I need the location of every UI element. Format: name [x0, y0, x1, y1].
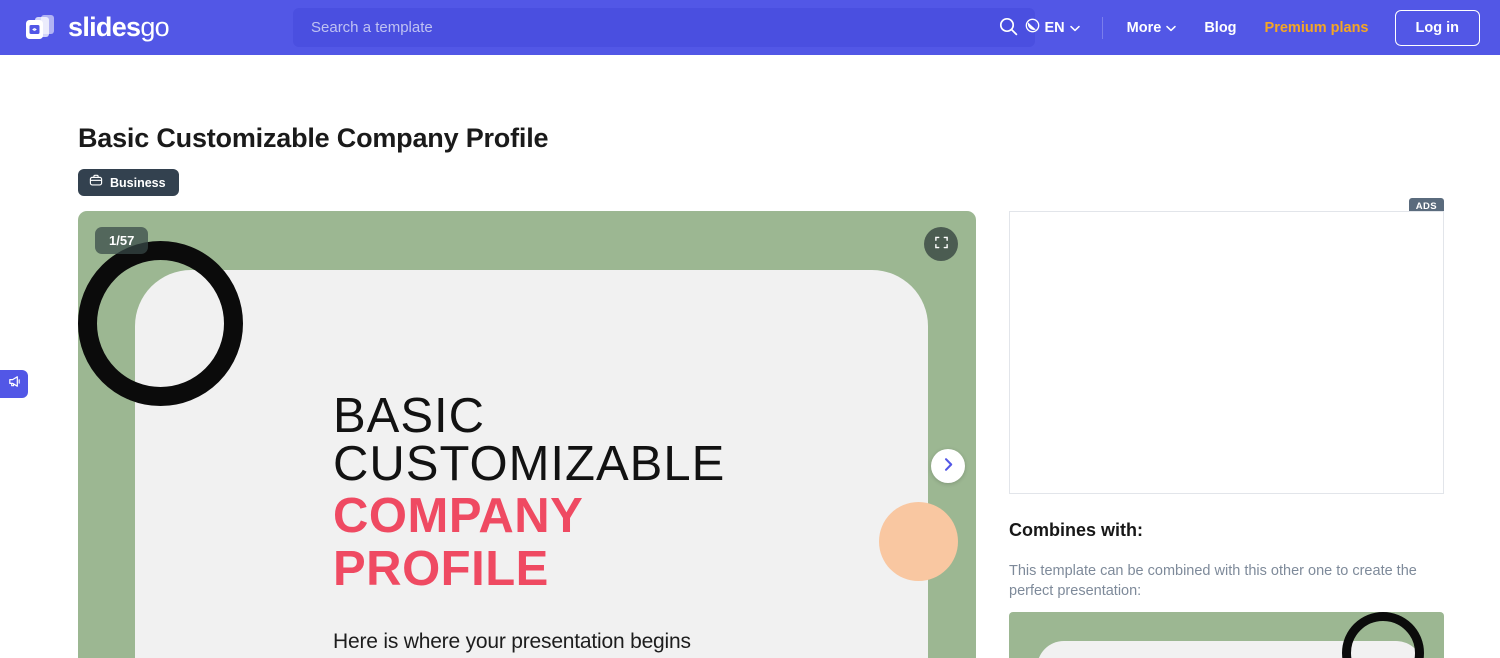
slide-heading-line3: COMPANY [333, 489, 584, 544]
chevron-down-icon [1069, 20, 1080, 36]
slide-counter: 1/57 [95, 227, 149, 254]
slide-card: BASIC CUSTOMIZABLE COMPANY PROFILE Here … [135, 270, 928, 658]
search-bar[interactable] [293, 8, 1035, 47]
combines-with-description: This template can be combined with this … [1009, 563, 1417, 599]
nav-divider [1101, 16, 1103, 39]
combines-with-thumbnail[interactable]: BASIC CUSTOMIZABLE [1009, 612, 1444, 658]
ad-placeholder[interactable] [1009, 211, 1444, 494]
chevron-right-icon [943, 457, 954, 475]
slide-heading-line4: PROFILE [333, 542, 549, 597]
nav-more-label: More [1126, 19, 1162, 36]
site-header: slidesgo EN [0, 0, 1500, 55]
login-button[interactable]: Log in [1394, 9, 1480, 46]
slide-heading-line1: BASIC [333, 389, 486, 443]
slide-viewer[interactable]: BASIC CUSTOMIZABLE COMPANY PROFILE Here … [78, 211, 976, 658]
logo-wordmark-bold: slides [68, 12, 141, 42]
megaphone-icon [7, 374, 22, 394]
decor-black-ring [78, 241, 243, 406]
language-label: EN [1044, 19, 1065, 36]
search-input[interactable] [311, 19, 995, 36]
category-badge-business[interactable]: Business [78, 169, 179, 196]
slidesgo-logo[interactable]: slidesgo [24, 12, 170, 43]
nav-item-blog[interactable]: Blog [1190, 20, 1250, 36]
combo-decor-black-ring [1342, 612, 1424, 658]
category-badge-label: Business [110, 175, 166, 190]
briefcase-icon [89, 173, 103, 192]
globe-icon [1025, 18, 1040, 37]
language-selector[interactable]: EN [1013, 18, 1092, 37]
header-nav: EN More Blog Premium plans Log in [1013, 0, 1480, 55]
logo-wordmark: slidesgo [68, 12, 170, 42]
page-title: Basic Customizable Company Profile [78, 123, 549, 153]
fullscreen-button[interactable] [924, 227, 958, 261]
nav-item-premium-plans[interactable]: Premium plans [1251, 20, 1383, 36]
slide-subtitle: Here is where your presentation begins [333, 630, 691, 654]
chevron-down-icon [1166, 20, 1177, 36]
combines-with-title: Combines with: [1009, 520, 1143, 540]
fullscreen-expand-icon [934, 235, 949, 253]
slidesgo-logo-icon [24, 13, 58, 43]
slide-text-block: BASIC CUSTOMIZABLE COMPANY PROFILE Here … [333, 389, 873, 654]
logo-wordmark-light: go [140, 12, 169, 42]
feedback-tab[interactable] [0, 370, 28, 398]
next-slide-button[interactable] [931, 449, 965, 483]
decor-peach-circle [879, 502, 958, 581]
nav-item-more[interactable]: More [1113, 20, 1191, 36]
slide-heading-line2: CUSTOMIZABLE [333, 437, 726, 492]
